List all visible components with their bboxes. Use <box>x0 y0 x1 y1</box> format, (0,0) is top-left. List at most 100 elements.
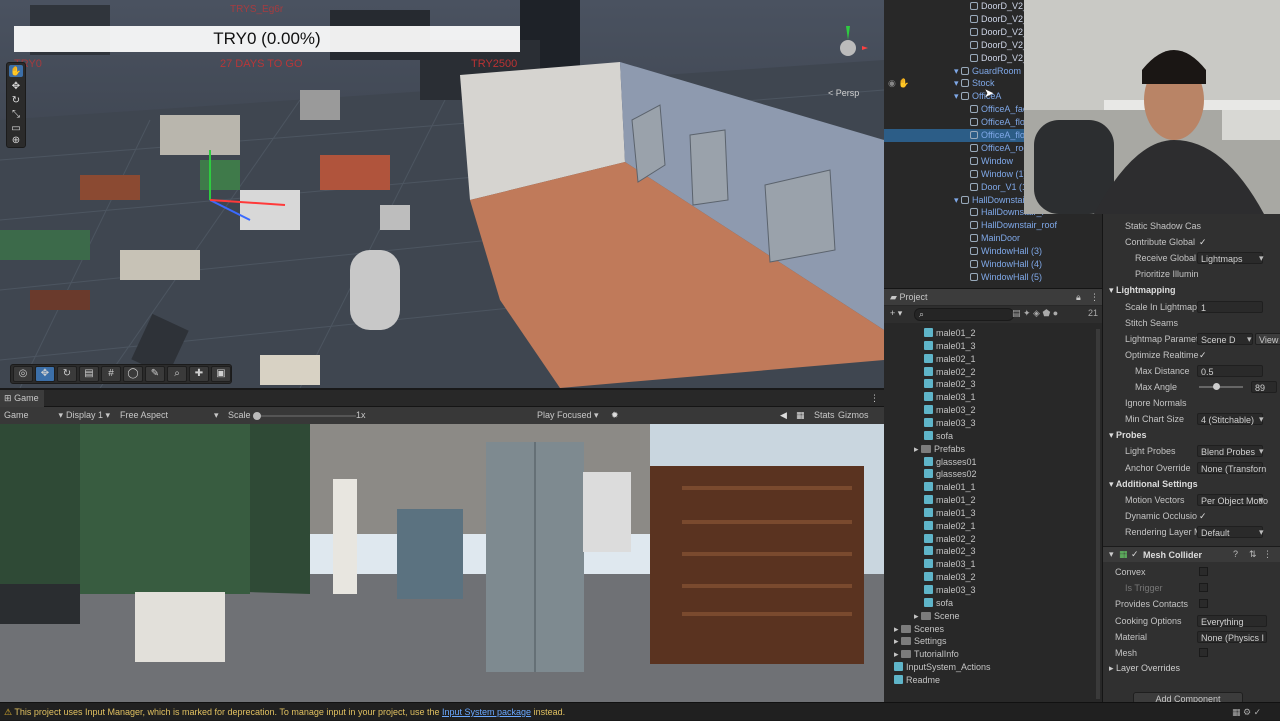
hierarchy-item[interactable]: WindowHall (5) <box>970 271 1042 284</box>
rect-icon[interactable]: ▭ <box>9 123 23 135</box>
checkbox[interactable] <box>1199 583 1208 593</box>
project-asset[interactable]: male03_2 <box>924 571 976 584</box>
lock-icon[interactable]: 🔒︎ <box>1076 289 1081 305</box>
project-asset[interactable]: male02_3 <box>924 545 976 558</box>
scale-slider[interactable] <box>253 412 356 420</box>
hierarchy-item[interactable]: OfficeA_roof <box>970 142 1031 155</box>
project-asset[interactable]: male02_2 <box>924 533 976 546</box>
project-asset[interactable]: male03_3 <box>924 417 976 430</box>
stats-grid-icon[interactable]: ▦ <box>796 407 805 424</box>
collapse-arrow-icon[interactable]: ▾ <box>1109 549 1114 560</box>
expand-arrow-icon[interactable]: ▸ <box>894 624 901 634</box>
inspector-field-row[interactable]: Receive Global I Lightmaps ▾ <box>1103 250 1280 266</box>
slider-value[interactable]: 89 <box>1251 381 1277 393</box>
inspector-field-row[interactable]: Stitch Seams <box>1103 315 1280 331</box>
inspector-field-row[interactable]: Lightmap Paramet Scene D ▾ View <box>1103 331 1280 347</box>
hierarchy-item[interactable]: WindowHall (3) <box>970 245 1042 258</box>
dropdown-field[interactable]: Default <box>1197 525 1263 538</box>
scene-view[interactable]: TRY0 (0.00%) TRYS_Eg6r TRY0 27 DAYS TO G… <box>0 0 884 388</box>
project-asset[interactable]: InputSystem_Actions <box>894 661 991 674</box>
inspector-field-row[interactable]: Scale In Lightmap 1 <box>1103 299 1280 315</box>
inspector-field-row[interactable]: Dynamic Occlusio ✓ <box>1103 508 1280 524</box>
expand-arrow-icon[interactable]: ▸ <box>914 444 921 454</box>
expand-arrow-icon[interactable]: ▸ <box>894 636 901 646</box>
display-dropdown[interactable]: Display 1 ▾ <box>66 407 110 424</box>
status-icons[interactable]: ▦ ⚙ ✓ <box>1232 703 1261 721</box>
collapse-arrow-icon[interactable]: ▾ <box>1109 430 1116 440</box>
globe-icon[interactable]: ◯ <box>123 366 143 382</box>
kebab-menu-icon[interactable]: ⋮ <box>870 390 879 407</box>
inspector-field-row[interactable]: Anchor Override None (Transforn <box>1103 460 1280 476</box>
value-field[interactable]: None (Physics I <box>1197 630 1267 643</box>
project-asset[interactable]: male01_2 <box>924 327 976 340</box>
project-folder[interactable]: ▸ Settings <box>894 635 947 648</box>
inspector-field-row[interactable]: Static Shadow Cas <box>1103 218 1280 234</box>
hierarchy-item[interactable]: Window (1) <box>970 168 1027 181</box>
collapse-arrow-icon[interactable]: ▾ <box>1109 479 1116 489</box>
value-field[interactable]: 0.5 <box>1197 364 1263 377</box>
project-asset[interactable]: male01_1 <box>924 481 976 494</box>
project-scrollbar[interactable] <box>1096 329 1100 699</box>
project-folder[interactable]: ▸ Scenes <box>894 623 944 636</box>
grid-icon[interactable]: # <box>101 366 121 382</box>
project-folder[interactable]: ▸ TutorialInfo <box>894 648 959 661</box>
mesh-collider-header[interactable]: ▾ ▦ ✓ Mesh Collider ? ⇅ ⋮ <box>1103 546 1280 562</box>
project-asset[interactable]: sofa <box>924 430 953 443</box>
inspector-field-row[interactable]: Contribute Global ✓ <box>1103 234 1280 250</box>
project-asset[interactable]: male01_3 <box>924 507 976 520</box>
checkbox[interactable]: ✓ <box>1199 234 1207 250</box>
settings-icon[interactable]: ✹ <box>611 407 619 424</box>
project-asset[interactable]: male02_3 <box>924 378 976 391</box>
project-asset[interactable]: male03_1 <box>924 558 976 571</box>
inspector-field-row[interactable]: Max Angle 89 <box>1103 379 1280 395</box>
checkbox[interactable]: ✓ <box>1199 508 1207 524</box>
orbit-icon[interactable]: ◎ <box>13 366 33 382</box>
scale-slider-thumb[interactable] <box>253 412 261 420</box>
visibility-icons[interactable]: ◉ ✋ <box>888 78 910 89</box>
expand-arrow-icon[interactable]: ▸ <box>914 611 921 621</box>
collapse-arrow-icon[interactable]: ▾ <box>1109 285 1116 295</box>
project-asset[interactable]: Readme <box>894 674 940 687</box>
game-mode-dropdown[interactable]: Game ▾ <box>4 407 63 424</box>
search-icon[interactable]: ⌕ <box>167 366 187 382</box>
mesh-collider-field-row[interactable]: Cooking Options Everything <box>1103 613 1280 629</box>
project-asset[interactable]: male02_1 <box>924 353 976 366</box>
inspector-field-row[interactable]: Prioritize Illumin <box>1103 266 1280 282</box>
inspector-field-row[interactable]: Optimize Realtime ✓ <box>1103 347 1280 363</box>
move-tool-icon[interactable]: ✥ <box>35 366 55 382</box>
expand-arrow-icon[interactable]: ▾ <box>954 78 961 88</box>
project-asset[interactable]: male03_1 <box>924 391 976 404</box>
section-header[interactable]: ▾ Probes <box>1103 427 1280 443</box>
hierarchy-item[interactable]: WindowHall (4) <box>970 258 1042 271</box>
inspector-field-row[interactable]: Light Probes Blend Probes ▾ <box>1103 443 1280 459</box>
pivot-icon[interactable]: ✚ <box>189 366 209 382</box>
play-mode-dropdown[interactable]: Play Focused ▾ <box>537 407 599 424</box>
hierarchy-item[interactable]: Door_V1 (1) <box>970 181 1030 194</box>
slider-track[interactable] <box>1199 386 1243 388</box>
section-header[interactable]: ▾ Lightmapping <box>1103 282 1280 298</box>
mesh-collider-field-row[interactable]: Provides Contacts <box>1103 596 1280 612</box>
section-header[interactable]: ▾ Additional Settings <box>1103 476 1280 492</box>
paint-icon[interactable]: ✎ <box>145 366 165 382</box>
hierarchy-item[interactable]: Window <box>970 155 1013 168</box>
checkbox[interactable]: ✓ <box>1199 347 1207 363</box>
mesh-collider-field-row[interactable]: Convex <box>1103 564 1280 580</box>
project-asset[interactable]: male03_3 <box>924 584 976 597</box>
hierarchy-item[interactable]: ▾ HallDownstair <box>954 194 1028 207</box>
project-asset[interactable]: glasses02 <box>924 468 977 481</box>
dropdown-field[interactable]: Per Object Motio <box>1197 493 1268 506</box>
kebab-menu-icon[interactable]: ⋮ <box>1090 289 1099 305</box>
add-asset-button[interactable]: + ▾ <box>890 308 902 319</box>
rotate-tool-icon[interactable]: ↻ <box>57 366 77 382</box>
move-icon[interactable]: ✥ <box>9 81 23 93</box>
enable-checkbox[interactable]: ✓ <box>1131 549 1139 560</box>
project-asset[interactable]: sofa <box>924 597 953 610</box>
project-asset[interactable]: male01_2 <box>924 494 976 507</box>
game-view[interactable] <box>0 424 884 702</box>
expand-arrow-icon[interactable]: ▾ <box>954 91 961 101</box>
project-folder[interactable]: ▸ Scene <box>914 610 960 623</box>
hierarchy-item[interactable]: MainDoor <box>970 232 1020 245</box>
dropdown-field[interactable]: Scene D <box>1197 332 1253 345</box>
project-folder[interactable]: ▸ Prefabs <box>914 443 965 456</box>
snap-icon[interactable]: ▤ <box>79 366 99 382</box>
